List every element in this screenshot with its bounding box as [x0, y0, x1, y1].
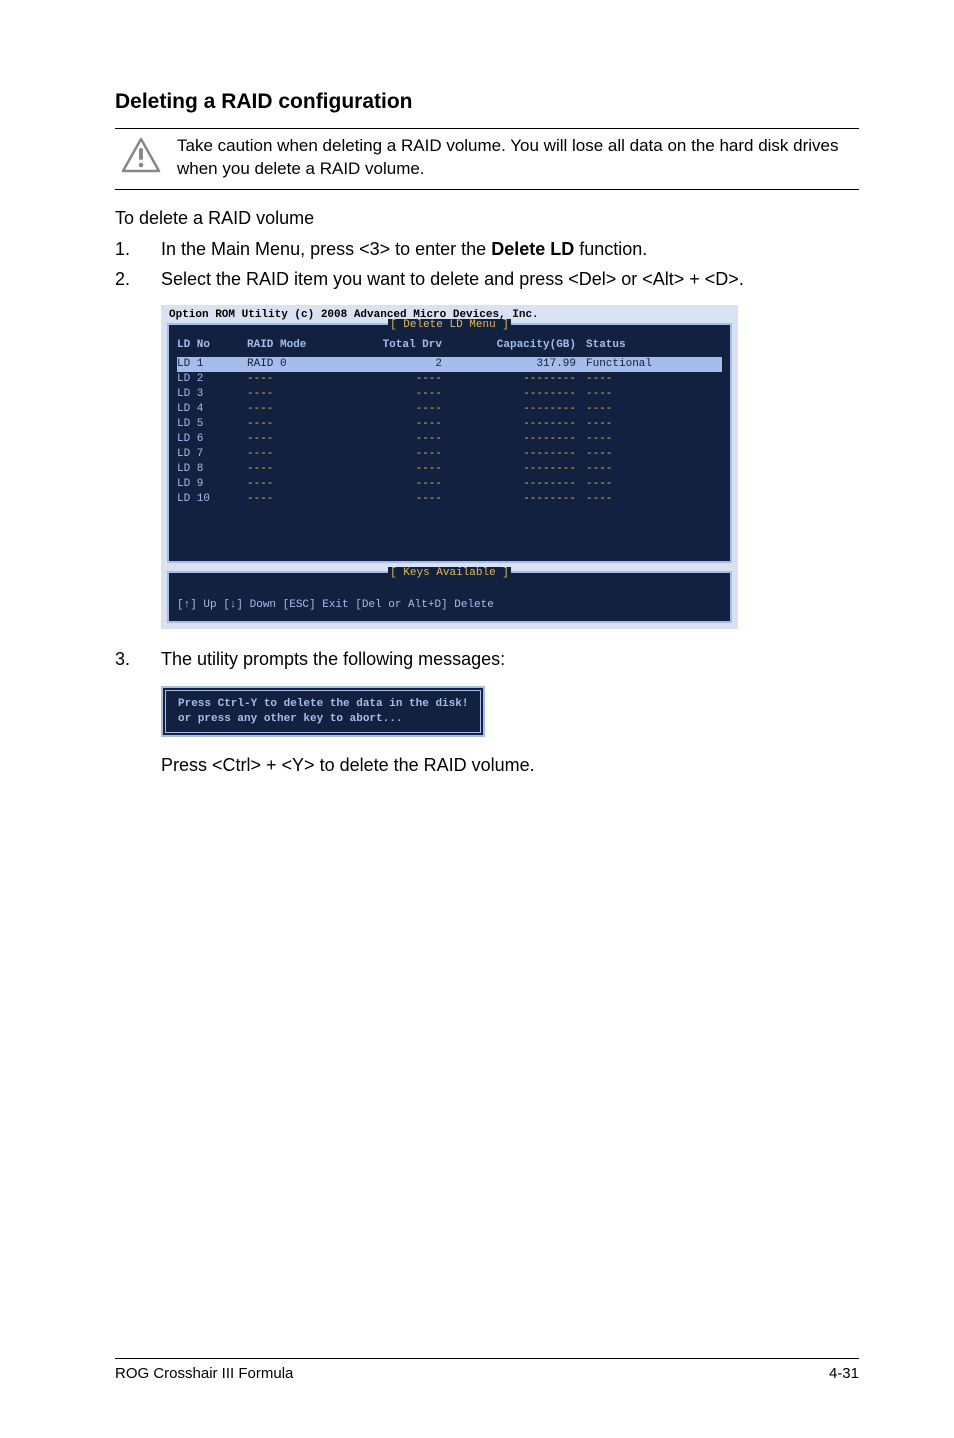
caution-note: Take caution when deleting a RAID volume… [115, 128, 859, 190]
col-ld: LD 4 [177, 402, 247, 417]
col-ld: LD 3 [177, 387, 247, 402]
col-raid: ---- [247, 477, 352, 492]
col-cap: -------- [446, 372, 586, 387]
col-cap: 317.99 [446, 357, 586, 372]
col-raid: RAID 0 [247, 357, 352, 372]
col-drv: ---- [352, 432, 446, 447]
col-cap: -------- [446, 447, 586, 462]
bios-row: LD 9-------------------- [177, 477, 722, 492]
col-cap: -------- [446, 492, 586, 507]
after-confirm-text: Press <Ctrl> + <Y> to delete the RAID vo… [161, 755, 859, 776]
col-stat: ---- [586, 477, 706, 492]
col-raid: ---- [247, 432, 352, 447]
col-cap: -------- [446, 462, 586, 477]
col-ld: LD 5 [177, 417, 247, 432]
bios-keys-text: [↑] Up [↓] Down [ESC] Exit [Del or Alt+D… [177, 585, 722, 611]
col-raid: ---- [247, 492, 352, 507]
col-drv: ---- [352, 372, 446, 387]
col-cap: -------- [446, 387, 586, 402]
step-text: The utility prompts the following messag… [161, 647, 505, 671]
col-cap: -------- [446, 417, 586, 432]
col-raid: ---- [247, 417, 352, 432]
bios-row: LD 2-------------------- [177, 372, 722, 387]
col-ld: LD 9 [177, 477, 247, 492]
bios-row: LD 1RAID 02317.99Functional [177, 357, 722, 372]
col-ld: LD 1 [177, 357, 247, 372]
bios-menu-title: [ Delete LD Menu ] [177, 319, 722, 331]
caution-text: Take caution when deleting a RAID volume… [167, 135, 859, 181]
col-ld: LD 2 [177, 372, 247, 387]
step-number: 2. [115, 267, 161, 291]
col-drv: ---- [352, 462, 446, 477]
col-header-ld: LD No [177, 339, 247, 351]
col-raid: ---- [247, 387, 352, 402]
col-stat: ---- [586, 387, 706, 402]
bios-row: LD 7-------------------- [177, 447, 722, 462]
bios-row: LD 6-------------------- [177, 432, 722, 447]
col-drv: ---- [352, 402, 446, 417]
col-raid: ---- [247, 372, 352, 387]
col-header-stat: Status [586, 339, 706, 351]
col-ld: LD 10 [177, 492, 247, 507]
section-heading: Deleting a RAID configuration [115, 90, 859, 114]
col-raid: ---- [247, 402, 352, 417]
step-number: 3. [115, 647, 161, 671]
col-drv: ---- [352, 477, 446, 492]
step-text: In the Main Menu, press <3> to enter the [161, 239, 491, 259]
col-stat: ---- [586, 462, 706, 477]
col-header-cap: Capacity(GB) [446, 339, 586, 351]
col-drv: ---- [352, 492, 446, 507]
col-cap: -------- [446, 477, 586, 492]
col-header-drv: Total Drv [352, 339, 446, 351]
col-drv: ---- [352, 387, 446, 402]
bios-row: LD 4-------------------- [177, 402, 722, 417]
col-ld: LD 8 [177, 462, 247, 477]
step-1: 1. In the Main Menu, press <3> to enter … [115, 237, 859, 261]
bios-row: LD 5-------------------- [177, 417, 722, 432]
col-stat: ---- [586, 492, 706, 507]
bios-screenshot: Option ROM Utility (c) 2008 Advanced Mic… [161, 305, 738, 629]
confirm-line2: or press any other key to abort... [178, 712, 468, 727]
col-stat: ---- [586, 402, 706, 417]
footer-right: 4-31 [829, 1365, 859, 1382]
bios-row: LD 3-------------------- [177, 387, 722, 402]
col-stat: ---- [586, 432, 706, 447]
step-3: 3. The utility prompts the following mes… [115, 647, 859, 671]
col-drv: ---- [352, 447, 446, 462]
col-drv: ---- [352, 417, 446, 432]
col-raid: ---- [247, 462, 352, 477]
col-cap: -------- [446, 402, 586, 417]
step-number: 1. [115, 237, 161, 261]
footer-left: ROG Crosshair III Formula [115, 1365, 293, 1382]
bios-delete-menu: [ Delete LD Menu ] LD No RAID Mode Total… [167, 323, 732, 563]
page-footer: ROG Crosshair III Formula 4-31 [115, 1358, 859, 1382]
step-text: Select the RAID item you want to delete … [161, 267, 744, 291]
col-header-raid: RAID Mode [247, 339, 352, 351]
col-stat: ---- [586, 447, 706, 462]
col-stat: ---- [586, 372, 706, 387]
col-cap: -------- [446, 432, 586, 447]
confirm-line1: Press Ctrl-Y to delete the data in the d… [178, 697, 468, 712]
col-stat: Functional [586, 357, 706, 372]
confirm-dialog: Press Ctrl-Y to delete the data in the d… [161, 686, 485, 738]
bios-column-headers: LD No RAID Mode Total Drv Capacity(GB) S… [177, 337, 722, 357]
col-ld: LD 7 [177, 447, 247, 462]
col-ld: LD 6 [177, 432, 247, 447]
bios-keys-box: [ Keys Available ] [↑] Up [↓] Down [ESC]… [167, 571, 732, 623]
col-raid: ---- [247, 447, 352, 462]
col-stat: ---- [586, 417, 706, 432]
col-drv: 2 [352, 357, 446, 372]
step-text: function. [574, 239, 647, 259]
intro-text: To delete a RAID volume [115, 208, 859, 229]
bios-row: LD 10-------------------- [177, 492, 722, 507]
step-bold: Delete LD [491, 239, 574, 259]
step-2: 2. Select the RAID item you want to dele… [115, 267, 859, 291]
caution-icon [115, 135, 167, 173]
bios-keys-title: [ Keys Available ] [177, 567, 722, 579]
bios-row: LD 8-------------------- [177, 462, 722, 477]
